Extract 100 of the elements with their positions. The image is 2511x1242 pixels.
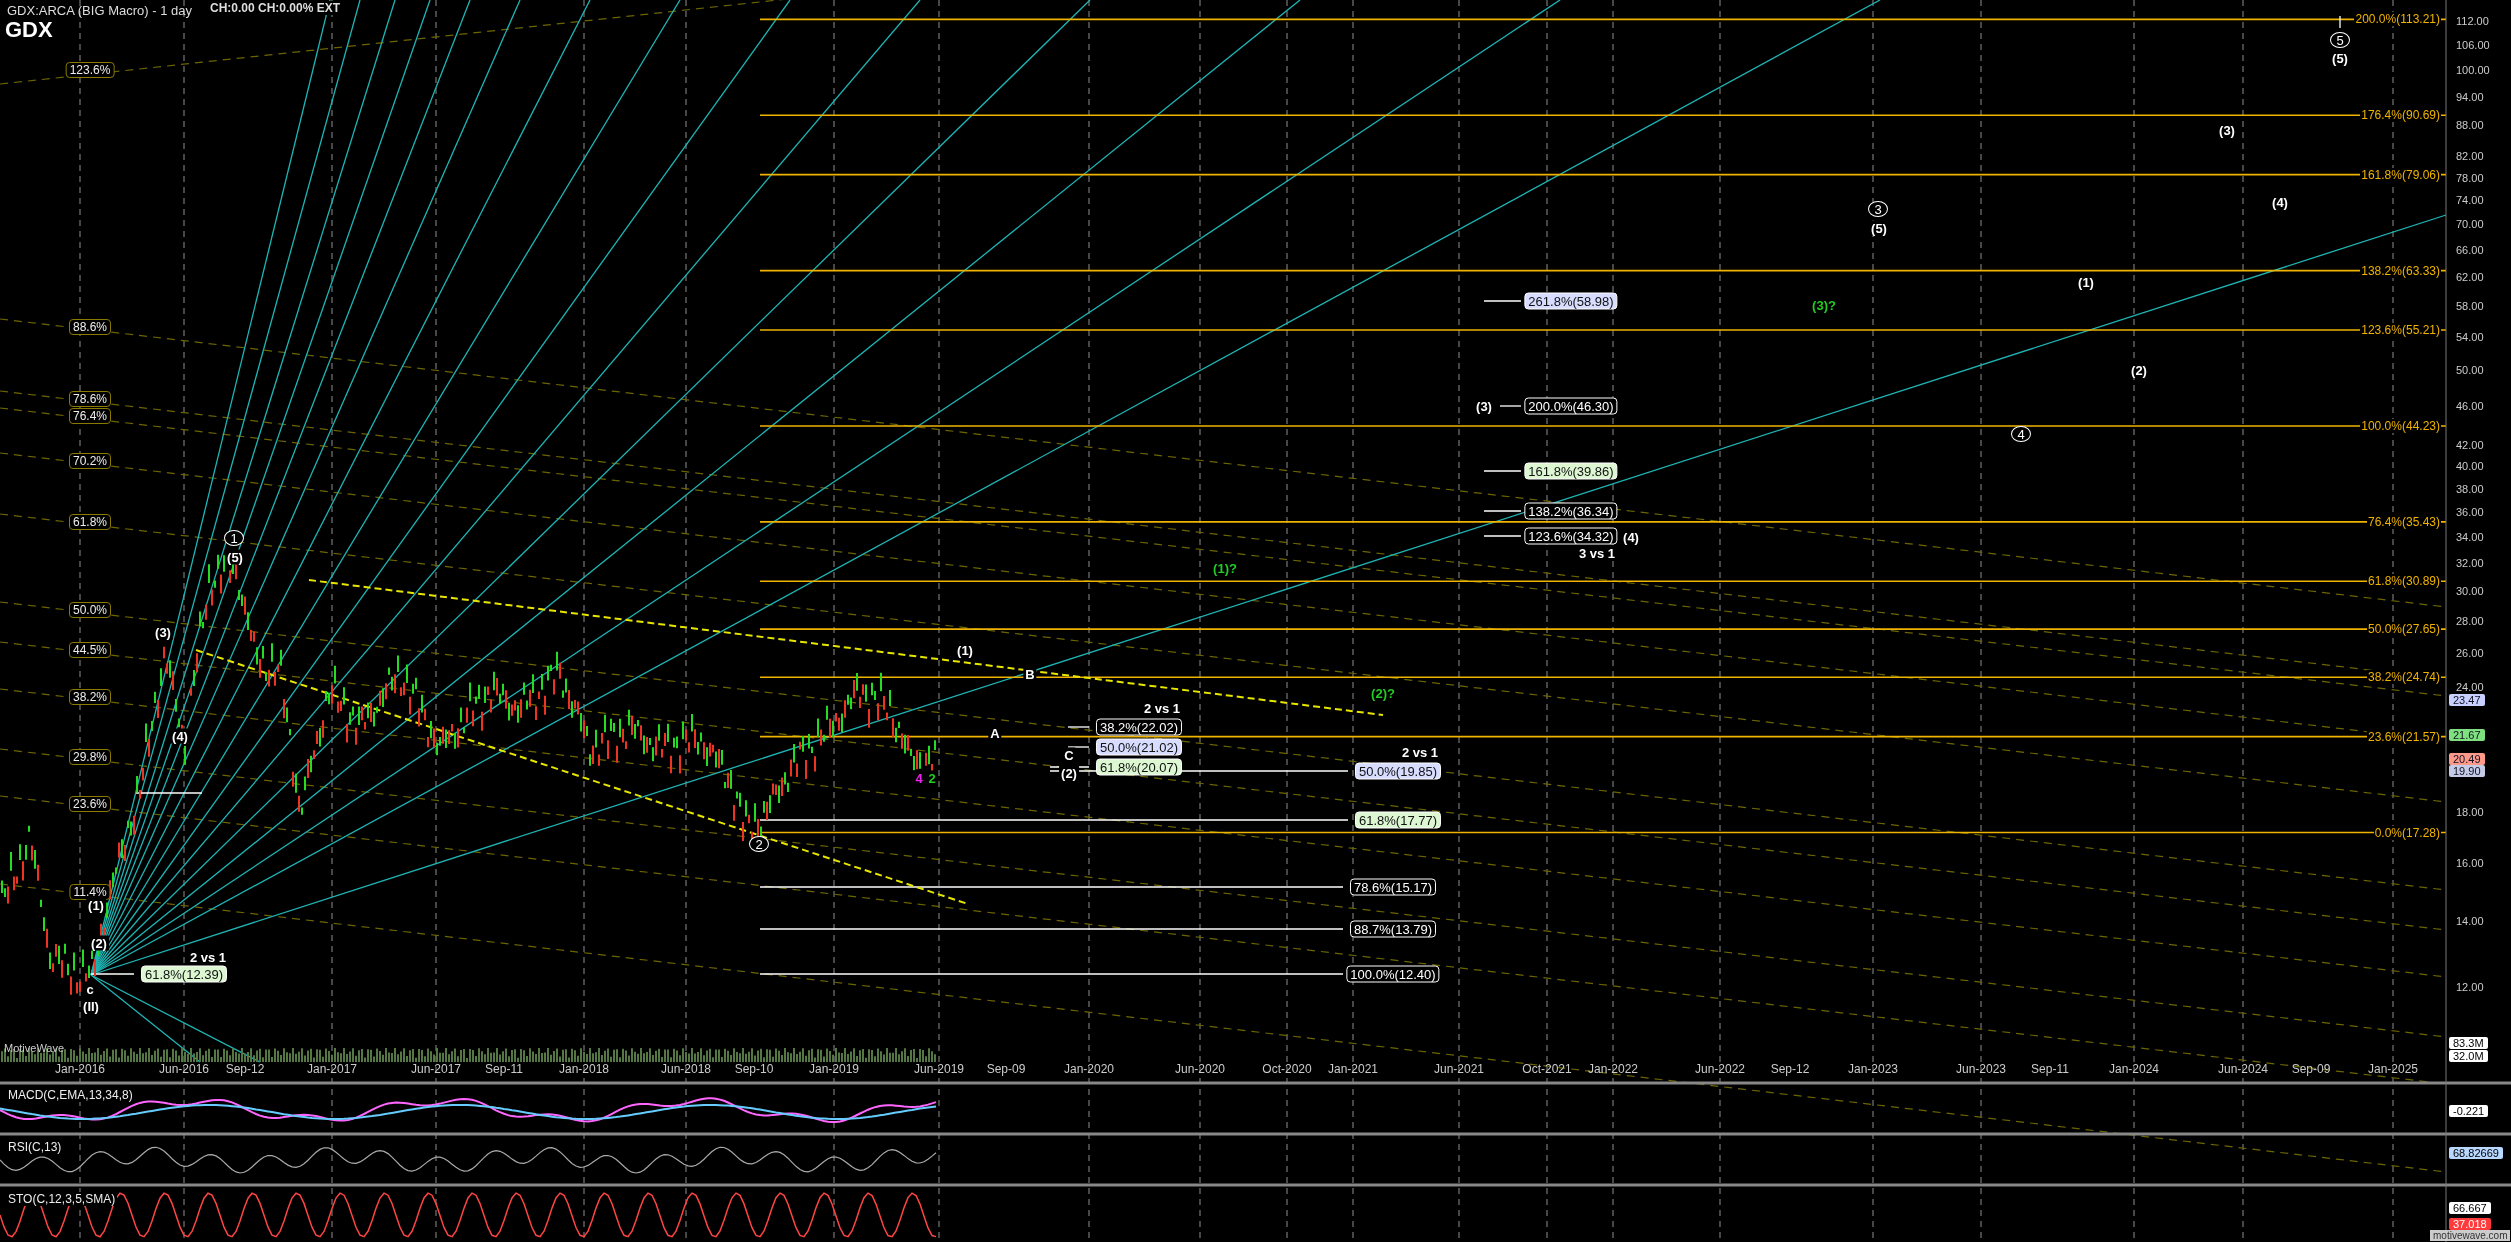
price-axis-label: 50.00	[2456, 363, 2484, 376]
date-axis-label: Jan-2023	[1848, 1062, 1898, 1076]
price-axis-label: 42.00	[2456, 439, 2484, 452]
date-axis-label: Sep-09	[986, 1062, 1026, 1076]
price-axis-label: 54.00	[2456, 330, 2484, 343]
date-axis-label: Jun-2018	[661, 1062, 711, 1076]
price-axis-label: 88.00	[2456, 119, 2484, 132]
fib-level-label: 123.6%(55.21)	[2360, 323, 2441, 337]
wave-label: 2	[926, 770, 938, 786]
price-axis-label: 46.00	[2456, 399, 2484, 412]
fib-level-label: 50.0%(27.65)	[2366, 622, 2441, 637]
fib-level-label: 176.4%(90.69)	[2360, 108, 2441, 123]
fib-target-tag: 50.0%(19.85)	[1354, 762, 1442, 780]
fib-target-tag: 88.7%(13.79)	[1349, 920, 1437, 938]
price-axis-label: 82.00	[2456, 149, 2484, 162]
price-axis-label: 106.00	[2456, 38, 2490, 51]
price-axis-label: 100.00	[2456, 64, 2490, 76]
date-axis-label: Jan-2021	[1328, 1062, 1378, 1076]
leader-line	[1067, 726, 1090, 728]
date-axis-label: Jun-2020	[1175, 1062, 1225, 1076]
wave-label: (1)	[86, 897, 106, 913]
date-axis-label: Sep-11	[2031, 1062, 2069, 1076]
date-axis-label: Sep-10	[734, 1062, 774, 1076]
price-axis-label: 58.00	[2456, 299, 2484, 312]
fib-level-label: 0.0%(17.28)	[2373, 825, 2441, 840]
fib-target-tag: 161.8%(39.86)	[1524, 462, 1618, 480]
fib-level-tag: 38.2%	[69, 689, 111, 705]
wave-label: (5)	[225, 549, 245, 565]
price-badge: 23.47	[2449, 694, 2485, 707]
date-axis-label: Jun-2016	[159, 1062, 209, 1076]
price-axis-label: 36.00	[2456, 506, 2484, 518]
fib-level-tag: 50.0%	[69, 602, 111, 618]
wave-label: 4	[2011, 426, 2031, 442]
date-axis-label: Jan-2022	[1588, 1062, 1638, 1076]
price-axis-label: 32.00	[2456, 556, 2484, 569]
wave-label: c	[84, 981, 96, 997]
price-axis-label: 66.00	[2456, 243, 2484, 256]
indicator-title: MACD(C,EMA,13,34,8)	[6, 1088, 135, 1102]
fib-level-label: 161.8%(79.06)	[2360, 167, 2441, 182]
price-axis-label: 12.00	[2456, 981, 2484, 994]
date-axis-label: Jan-2018	[559, 1062, 609, 1076]
leader-line	[1483, 300, 1522, 302]
wave-label: B	[1023, 666, 1037, 682]
wave-label: (2)	[2129, 362, 2149, 378]
wave-label: (2)	[89, 935, 109, 951]
indicator-value-badge: 37.018	[2449, 1218, 2491, 1230]
wave-label: 4	[913, 770, 925, 786]
leader-line	[1067, 746, 1090, 748]
fib-level-tag: 78.6%	[69, 391, 111, 407]
indicator-title: RSI(C,13)	[6, 1140, 64, 1154]
date-axis-label: Oct-2021	[1522, 1062, 1572, 1076]
leader-line	[1483, 535, 1522, 537]
volume-badge: 83.3M	[2449, 1037, 2488, 1049]
date-axis-label: Jan-2016	[55, 1062, 105, 1076]
leader-line	[1483, 470, 1522, 472]
fib-level-label: 61.8%(30.89)	[2366, 574, 2441, 589]
price-axis-label: 40.00	[2456, 460, 2484, 473]
indicator-value-badge: 68.82669	[2449, 1147, 2503, 1159]
date-axis-label: Jan-2019	[809, 1062, 859, 1076]
fib-level-label: 23.6%(21.57)	[2366, 729, 2441, 744]
date-axis-label: Jun-2017	[411, 1062, 461, 1076]
price-axis-label: 78.00	[2456, 171, 2484, 184]
fib-level-label: 200.0%(113.21)	[2354, 12, 2441, 27]
date-axis-label: Sep-12	[1770, 1062, 1810, 1076]
leader-line	[1499, 405, 1522, 407]
fib-level-tag: 23.6%	[69, 796, 111, 812]
price-axis-label: 112.00	[2456, 15, 2489, 27]
price-axis-label: 70.00	[2456, 218, 2484, 231]
wave-label: 1	[224, 530, 244, 546]
fib-target-tag: 123.6%(34.32)	[1524, 527, 1618, 545]
price-badge: 21.67	[2449, 728, 2485, 741]
change-readout: CH:0.00 CH:0.00% EXT	[210, 1, 341, 15]
price-axis-label: 94.00	[2456, 90, 2484, 103]
price-axis-label: 26.00	[2456, 646, 2484, 659]
volume-badge: 32.0M	[2449, 1050, 2488, 1062]
fib-target-tag: 50.0%(21.02)	[1095, 738, 1183, 756]
symbol-title: GDX:ARCA (BIG Macro) - 1 day	[7, 3, 192, 18]
fib-target-tag: 78.6%(15.17)	[1349, 878, 1437, 896]
indicator-value-badge: -0.221	[2449, 1105, 2489, 1117]
fib-target-tag: 100.0%(12.40)	[1346, 965, 1440, 983]
leader-line	[1483, 510, 1522, 512]
date-axis-label: Sep-09	[2291, 1062, 2331, 1076]
fib-level-label: 38.2%(24.74)	[2366, 670, 2441, 685]
price-axis-label: 38.00	[2456, 482, 2484, 495]
date-axis-label: Jun-2019	[914, 1062, 964, 1076]
price-axis-label: 74.00	[2456, 194, 2484, 207]
leader-line	[135, 792, 203, 794]
price-axis-label: 24.00	[2456, 681, 2484, 694]
date-axis-label: Jan-2020	[1064, 1062, 1114, 1076]
wave-label: (2)	[1059, 765, 1079, 781]
price-axis-label: 18.00	[2456, 805, 2484, 818]
date-axis-label: Jun-2022	[1695, 1062, 1745, 1076]
fib-target-tag: 61.8%(20.07)	[1095, 758, 1183, 776]
fib-level-tag: 11.4%	[69, 884, 111, 900]
date-axis-label: Jan-2017	[307, 1062, 357, 1076]
fib-target-tag: 261.8%(58.98)	[1524, 292, 1618, 310]
fib-level-tag: 70.2%	[69, 453, 111, 469]
ticker-symbol: GDX	[5, 17, 53, 43]
price-badge: 20.49	[2449, 752, 2485, 765]
price-badge: 19.90	[2449, 765, 2485, 778]
